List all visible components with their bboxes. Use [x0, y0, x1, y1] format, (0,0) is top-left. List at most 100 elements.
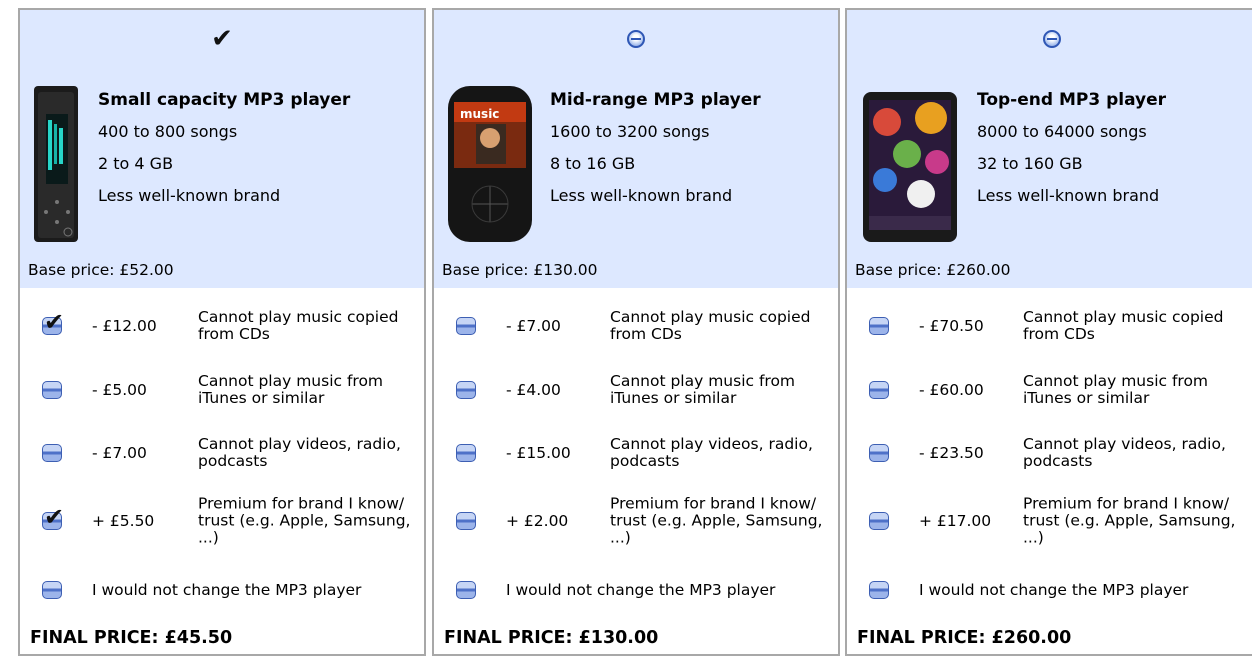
option-checkbox[interactable]: [869, 315, 891, 337]
option-row: ✔ + £5.50 Premium for brand I know/ trus…: [20, 488, 424, 554]
check-icon: ✔: [44, 308, 65, 336]
spec-songs: 8000 to 64000 songs: [977, 122, 1147, 141]
spec-brand: Less well-known brand: [550, 186, 733, 205]
option-row: ✔ - £12.00 Cannot play music copied from…: [20, 298, 424, 354]
option-checkbox[interactable]: [42, 442, 64, 464]
product-title: Small capacity MP3 player: [98, 90, 351, 110]
option-description: Cannot play music copied from CDs: [198, 308, 399, 343]
product-title: Mid-range MP3 player: [550, 90, 761, 110]
option-checkbox[interactable]: [456, 379, 478, 401]
product-header: ✔ Small capacity MP3 player 400 to 800 s…: [20, 10, 424, 288]
option-checkbox[interactable]: [869, 442, 891, 464]
final-price: FINAL PRICE: £45.50: [30, 628, 233, 648]
checkbox-icon: [869, 317, 889, 335]
option-row: - £23.50 Cannot play videos, radio, podc…: [847, 425, 1252, 481]
option-description: Cannot play music copied from CDs: [1023, 308, 1224, 343]
option-description: Cannot play videos, radio, podcasts: [610, 435, 813, 470]
no-change-label: I would not change the MP3 player: [919, 581, 1189, 599]
checkbox-icon: [42, 444, 62, 462]
top-mp3-player-image: [861, 84, 959, 244]
no-change-checkbox[interactable]: [456, 579, 478, 601]
final-price: FINAL PRICE: £260.00: [857, 628, 1072, 648]
product-header: Top-end MP3 player 8000 to 64000 songs 3…: [847, 10, 1252, 288]
option-checkbox[interactable]: [456, 442, 478, 464]
checkbox-icon: [456, 317, 476, 335]
option-amount: + £17.00: [919, 512, 992, 530]
option-amount: - £12.00: [92, 317, 157, 335]
option-amount: - £60.00: [919, 381, 984, 399]
checkbox-icon: [42, 581, 62, 599]
option-amount: - £5.00: [92, 381, 147, 399]
checkbox-icon: [456, 512, 476, 530]
option-description: Cannot play videos, radio, podcasts: [198, 435, 401, 470]
option-checkbox[interactable]: [42, 379, 64, 401]
option-amount: - £4.00: [506, 381, 561, 399]
option-description: Cannot play music from iTunes or similar: [198, 372, 384, 407]
spec-brand: Less well-known brand: [977, 186, 1160, 205]
option-description: Premium for brand I know/ trust (e.g. Ap…: [1023, 494, 1236, 547]
checkbox-icon: [869, 444, 889, 462]
product-column-mid: music Mid-range MP3 player 1600 to 3200 …: [432, 8, 840, 656]
option-checkbox[interactable]: ✔: [42, 309, 64, 337]
option-amount: - £70.50: [919, 317, 984, 335]
check-icon: ✔: [44, 503, 65, 531]
spec-storage: 8 to 16 GB: [550, 154, 636, 173]
radio-button-icon[interactable]: [1043, 30, 1061, 48]
option-checkbox[interactable]: ✔: [42, 504, 64, 532]
spec-songs: 1600 to 3200 songs: [550, 122, 710, 141]
no-change-row: I would not change the MP3 player: [847, 562, 1252, 618]
option-row: - £7.00 Cannot play videos, radio, podca…: [20, 425, 424, 481]
product-comparison: ✔ Small capacity MP3 player 400 to 800 s…: [0, 0, 1252, 656]
option-description: Cannot play music copied from CDs: [610, 308, 811, 343]
product-column-top: Top-end MP3 player 8000 to 64000 songs 3…: [845, 8, 1252, 656]
option-amount: - £23.50: [919, 444, 984, 462]
no-change-row: I would not change the MP3 player: [20, 562, 424, 618]
player-screen-label: music: [460, 107, 499, 121]
product-select[interactable]: [847, 26, 1252, 56]
option-row: - £7.00 Cannot play music copied from CD…: [434, 298, 838, 354]
option-description: Premium for brand I know/ trust (e.g. Ap…: [198, 494, 411, 547]
option-amount: + £2.00: [506, 512, 569, 530]
option-row: - £4.00 Cannot play music from iTunes or…: [434, 362, 838, 418]
product-select[interactable]: ✔: [20, 26, 424, 56]
option-checkbox[interactable]: [456, 315, 478, 337]
option-description: Cannot play music from iTunes or similar: [610, 372, 796, 407]
option-row: - £70.50 Cannot play music copied from C…: [847, 298, 1252, 354]
option-checkbox[interactable]: [456, 510, 478, 532]
spec-songs: 400 to 800 songs: [98, 122, 238, 141]
mid-mp3-player-image: music: [446, 84, 534, 244]
checkbox-icon: [456, 444, 476, 462]
radio-button-icon[interactable]: [627, 30, 645, 48]
no-change-checkbox[interactable]: [869, 579, 891, 601]
base-price: Base price: £260.00: [855, 261, 1011, 279]
checkbox-icon: [869, 512, 889, 530]
product-header: music Mid-range MP3 player 1600 to 3200 …: [434, 10, 838, 288]
product-title: Top-end MP3 player: [977, 90, 1167, 110]
no-change-checkbox[interactable]: [42, 579, 64, 601]
option-amount: - £7.00: [506, 317, 561, 335]
base-price: Base price: £130.00: [442, 261, 598, 279]
product-select[interactable]: [434, 26, 838, 56]
base-price: Base price: £52.00: [28, 261, 174, 279]
option-description: Cannot play videos, radio, podcasts: [1023, 435, 1226, 470]
checkbox-icon: [869, 581, 889, 599]
spec-storage: 32 to 160 GB: [977, 154, 1083, 173]
option-amount: - £15.00: [506, 444, 571, 462]
checkbox-icon: [42, 381, 62, 399]
option-description: Cannot play music from iTunes or similar: [1023, 372, 1209, 407]
checkbox-icon: [456, 381, 476, 399]
no-change-label: I would not change the MP3 player: [92, 581, 362, 599]
option-row: + £17.00 Premium for brand I know/ trust…: [847, 488, 1252, 554]
option-amount: + £5.50: [92, 512, 155, 530]
option-checkbox[interactable]: [869, 510, 891, 532]
option-row: + £2.00 Premium for brand I know/ trust …: [434, 488, 838, 554]
no-change-row: I would not change the MP3 player: [434, 562, 838, 618]
option-row: - £5.00 Cannot play music from iTunes or…: [20, 362, 424, 418]
option-checkbox[interactable]: [869, 379, 891, 401]
checkbox-icon: [456, 581, 476, 599]
spec-brand: Less well-known brand: [98, 186, 281, 205]
product-column-small: ✔ Small capacity MP3 player 400 to 800 s…: [18, 8, 426, 656]
selected-check-icon[interactable]: ✔: [211, 26, 233, 52]
small-mp3-player-image: [32, 84, 82, 244]
option-row: - £60.00 Cannot play music from iTunes o…: [847, 362, 1252, 418]
